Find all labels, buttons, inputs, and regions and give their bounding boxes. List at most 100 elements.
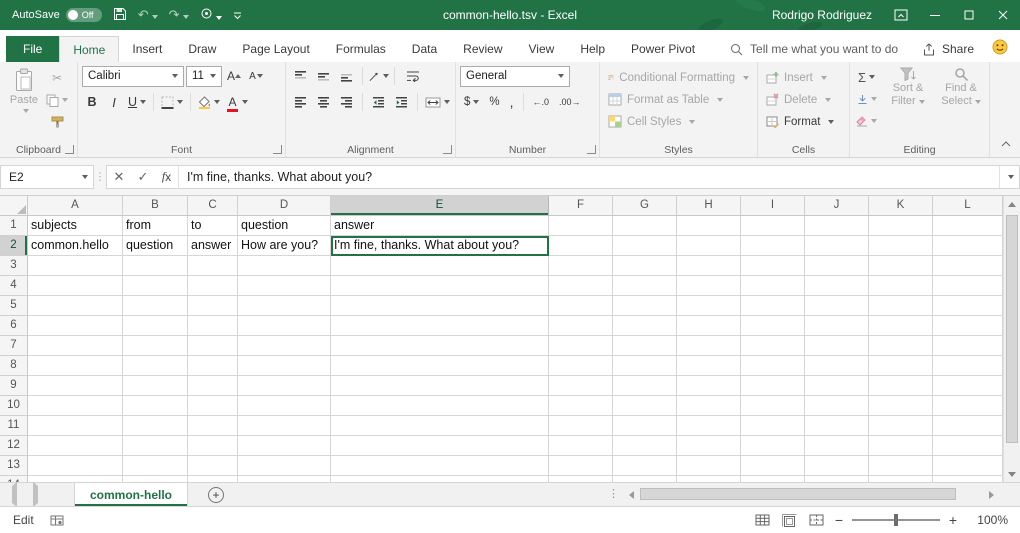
cell-L1[interactable] [933,216,1003,236]
cell-E7[interactable] [331,336,549,356]
cell-E11[interactable] [331,416,549,436]
redo-button[interactable]: ↷ [169,7,189,23]
cell-B1[interactable]: from [123,216,188,236]
cell-G6[interactable] [613,316,677,336]
cell-E10[interactable] [331,396,549,416]
cell-K5[interactable] [869,296,933,316]
cell-D9[interactable] [238,376,331,396]
cell-D11[interactable] [238,416,331,436]
cell-F13[interactable] [549,456,613,476]
column-header-B[interactable]: B [123,196,188,216]
cell-A1[interactable]: subjects [28,216,123,236]
cell-B3[interactable] [123,256,188,276]
next-sheet-button[interactable] [33,486,38,504]
zoom-slider[interactable] [852,519,940,521]
horizontal-scroll-track[interactable] [638,486,984,503]
number-format-select[interactable]: General [460,66,570,87]
cell-J8[interactable] [805,356,869,376]
user-name[interactable]: Rodrigo Rodriguez [772,8,872,22]
cell-J3[interactable] [805,256,869,276]
row-header-2[interactable]: 2 [0,236,28,256]
cell-C13[interactable] [188,456,238,476]
align-center-button[interactable] [313,92,334,112]
cell-L9[interactable] [933,376,1003,396]
cell-G9[interactable] [613,376,677,396]
column-header-C[interactable]: C [188,196,238,216]
zoom-slider-thumb[interactable] [894,514,898,526]
percent-style-button[interactable]: % [485,92,503,112]
cell-C1[interactable]: to [188,216,238,236]
column-header-A[interactable]: A [28,196,123,216]
cell-E9[interactable] [331,376,549,396]
cell-H9[interactable] [677,376,741,396]
cell-J10[interactable] [805,396,869,416]
cell-I8[interactable] [741,356,805,376]
row-header-13[interactable]: 13 [0,456,28,476]
cell-C3[interactable] [188,256,238,276]
top-align-button[interactable] [290,66,311,86]
cell-A9[interactable] [28,376,123,396]
cell-K1[interactable] [869,216,933,236]
cell-F6[interactable] [549,316,613,336]
cell-G3[interactable] [613,256,677,276]
increase-font-size-button[interactable]: A [224,66,244,86]
collapse-ribbon-button[interactable] [1001,134,1011,152]
cell-G13[interactable] [613,456,677,476]
decrease-indent-button[interactable] [368,92,389,112]
cell-B10[interactable] [123,396,188,416]
row-header-11[interactable]: 11 [0,416,28,436]
cell-I9[interactable] [741,376,805,396]
bold-button[interactable]: B [82,92,102,112]
cell-F3[interactable] [549,256,613,276]
cell-L4[interactable] [933,276,1003,296]
format-painter-button[interactable] [44,112,70,132]
insert-cells-button[interactable]: Insert [762,67,845,88]
zoom-in-button[interactable]: + [944,509,962,531]
page-layout-view-button[interactable] [776,509,803,531]
cell-K6[interactable] [869,316,933,336]
cell-I11[interactable] [741,416,805,436]
cell-F12[interactable] [549,436,613,456]
cell-L13[interactable] [933,456,1003,476]
cell-styles-button[interactable]: Cell Styles [604,111,753,132]
cell-B7[interactable] [123,336,188,356]
format-cells-button[interactable]: Format [762,111,845,132]
column-header-K[interactable]: K [869,196,933,216]
cell-C12[interactable] [188,436,238,456]
cell-K2[interactable] [869,236,933,256]
cell-L3[interactable] [933,256,1003,276]
format-as-table-button[interactable]: Format as Table [604,89,753,110]
tab-file[interactable]: File [6,36,59,62]
column-header-I[interactable]: I [741,196,805,216]
cell-E13[interactable] [331,456,549,476]
cell-I13[interactable] [741,456,805,476]
cell-I6[interactable] [741,316,805,336]
cell-J12[interactable] [805,436,869,456]
number-dialog-launcher[interactable] [587,145,596,154]
cell-I10[interactable] [741,396,805,416]
clipboard-dialog-launcher[interactable] [65,145,74,154]
tab-scroll-handle[interactable]: ⋮ [608,487,619,500]
cell-G2[interactable] [613,236,677,256]
cell-K10[interactable] [869,396,933,416]
paste-button[interactable]: Paste [4,64,44,132]
cell-D4[interactable] [238,276,331,296]
insert-function-button[interactable]: f​x [155,166,179,188]
formula-bar-expand-button[interactable] [999,166,1019,188]
cell-J13[interactable] [805,456,869,476]
cell-A4[interactable] [28,276,123,296]
maximize-button[interactable] [952,0,986,30]
column-header-J[interactable]: J [805,196,869,216]
cell-L2[interactable] [933,236,1003,256]
font-dialog-launcher[interactable] [273,145,282,154]
cell-L11[interactable] [933,416,1003,436]
cell-C9[interactable] [188,376,238,396]
cell-F5[interactable] [549,296,613,316]
cell-I3[interactable] [741,256,805,276]
cell-K11[interactable] [869,416,933,436]
borders-button[interactable] [159,92,185,112]
middle-align-button[interactable] [313,66,334,86]
cell-D2[interactable]: How are you? [238,236,331,256]
name-box[interactable]: E2 [0,165,94,189]
cell-C10[interactable] [188,396,238,416]
